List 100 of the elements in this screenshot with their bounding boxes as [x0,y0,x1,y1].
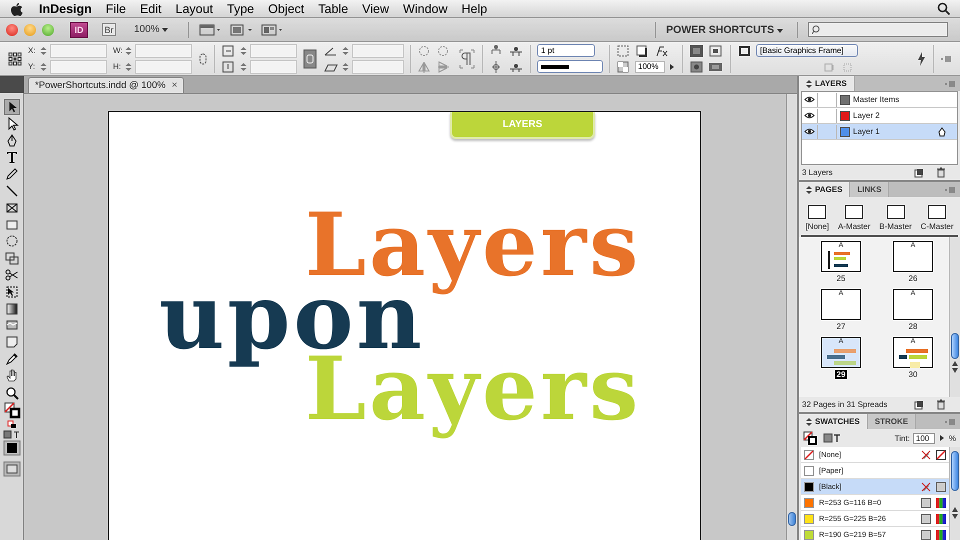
menu-item[interactable]: Window [403,2,448,16]
new-item-icon[interactable] [914,400,924,410]
panel-tab[interactable]: LINKS [850,182,890,197]
object-style-dropdown[interactable]: [Basic Graphics Frame] [756,44,858,57]
tint-field[interactable]: 100 [912,432,935,444]
scroll-up-icon[interactable] [952,361,958,366]
eye-icon[interactable] [804,112,815,119]
eyedropper-tool-icon[interactable] [4,350,20,367]
effects-icon[interactable] [654,44,670,58]
pencil-tool-icon[interactable] [4,166,20,182]
scroll-down-icon[interactable] [952,368,958,373]
spinner-icon[interactable] [40,46,47,56]
menu-item[interactable]: File [106,2,126,16]
spinner-icon[interactable] [342,46,349,56]
master-thumbnail[interactable] [808,205,826,219]
panel-menu-icon[interactable] [944,418,956,426]
free-transform-tool-icon[interactable] [4,284,20,300]
fill-frame-icon[interactable] [689,44,705,58]
menu-item[interactable]: View [362,2,390,16]
menu-item[interactable]: Table [318,2,348,16]
collapse-icon[interactable] [806,186,812,194]
eye-icon[interactable] [804,128,815,135]
master-thumbnail[interactable] [928,205,946,219]
note-tool-icon[interactable] [4,334,20,350]
vertical-scrollbar[interactable] [786,94,797,540]
input-field[interactable] [250,60,297,74]
input-field[interactable] [135,60,192,74]
screen-mode-icon[interactable] [2,460,20,477]
stroke-type-dropdown[interactable] [537,60,603,73]
scrollbar[interactable] [949,237,960,397]
scale-tool-icon[interactable] [4,250,20,266]
eye-icon[interactable] [804,96,815,103]
panel-tab[interactable]: PAGES [799,182,850,197]
scroll-thumb[interactable] [788,512,796,526]
search-field[interactable] [808,22,948,37]
app-menu[interactable]: InDesign [39,2,92,16]
panel-menu-icon[interactable] [940,54,952,64]
spinner-icon[interactable] [125,46,132,56]
panel-tab[interactable]: STROKE [868,414,916,429]
input-field[interactable] [50,60,107,74]
scissors-tool-icon[interactable] [4,266,20,283]
input-field[interactable] [135,44,192,58]
close-tab-button[interactable]: × [172,80,178,91]
scroll-down-icon[interactable] [952,514,958,519]
reference-point-icon[interactable] [8,52,22,66]
formatting-affects-container-icon[interactable] [823,433,841,443]
spinner-icon[interactable] [240,62,247,72]
input-field[interactable] [352,44,404,58]
constrain-proportions-icon[interactable] [303,48,317,68]
rotate-tool-icon[interactable] [4,233,20,250]
panel-menu-icon[interactable] [944,80,956,88]
close-button[interactable] [6,24,18,36]
menu-item[interactable]: Object [268,2,304,16]
collapse-icon[interactable] [806,80,812,88]
arrange-documents-icon[interactable] [261,22,285,36]
spinner-icon[interactable] [240,46,247,56]
menu-item[interactable]: Type [227,2,254,16]
document-tab[interactable]: *PowerShortcuts.indd @ 100% × [28,77,184,93]
lightning-icon[interactable] [915,50,927,66]
fit-content-icon[interactable] [708,44,724,58]
master-thumbnail[interactable] [886,205,905,219]
arrow-right-icon[interactable] [938,433,946,443]
scrollbar[interactable] [949,447,960,540]
screen-mode-icon[interactable] [229,22,255,36]
line-tool-icon[interactable] [4,182,20,199]
input-field[interactable] [352,60,404,74]
scroll-thumb[interactable] [951,333,959,359]
gradient-tool-icon[interactable] [4,300,20,317]
layer-row[interactable]: Layer 1 [802,124,957,140]
default-colors-icon[interactable] [6,420,16,430]
formatting-affects-icon[interactable] [2,430,20,439]
panel-menu-icon[interactable] [944,186,956,194]
bridge-button[interactable]: Br [102,23,116,36]
menu-item[interactable]: Layout [176,2,214,16]
opacity-field[interactable]: 100% [635,60,665,72]
center-content-icon[interactable] [689,60,705,74]
workspace-switcher[interactable]: POWER SHORTCUTS [666,24,783,36]
fill-stroke-icon[interactable] [2,401,20,420]
apply-color-icon[interactable] [2,440,20,456]
view-options-icon[interactable] [199,22,223,36]
panel-tab[interactable]: LAYERS [799,76,855,91]
object-style-icon[interactable] [737,44,753,58]
paragraph-symbol-icon[interactable] [458,48,476,70]
panel-tab[interactable]: SWATCHES [799,414,868,429]
collapse-icon[interactable] [806,418,812,426]
selection-tool-icon[interactable] [4,99,20,115]
menu-item[interactable]: Edit [140,2,162,16]
search-icon[interactable] [937,2,950,15]
delete-icon[interactable] [936,167,946,178]
master-thumbnail[interactable] [845,205,864,219]
spinner-icon[interactable] [342,62,349,72]
input-field[interactable] [50,44,107,58]
zoom-tool-icon[interactable] [4,384,20,401]
delete-icon[interactable] [936,399,946,410]
menu-item[interactable]: Help [462,2,488,16]
constrain-icon[interactable] [198,52,208,64]
scroll-up-icon[interactable] [952,507,958,512]
spinner-icon[interactable] [125,62,132,72]
hand-tool-icon[interactable] [4,368,20,384]
input-field[interactable] [250,44,297,58]
